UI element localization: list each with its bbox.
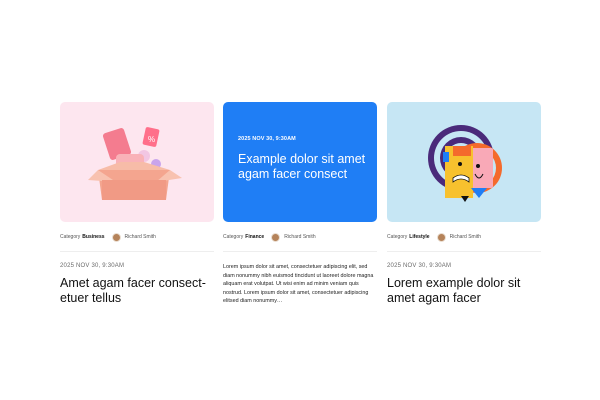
post-card-finance: 2025 NOV 30, 9:30AM Example dolor sit am…	[223, 102, 377, 306]
category-label: Category	[387, 234, 408, 240]
post-meta: Category Lifestyle Richard Smith	[387, 231, 541, 243]
avatar	[111, 232, 121, 242]
divider	[223, 251, 377, 252]
avatar	[271, 232, 281, 242]
author-name: Richard Smith	[449, 234, 481, 240]
abstract-face-icon	[428, 125, 502, 202]
svg-text:%: %	[148, 135, 155, 144]
post-card-lifestyle: Category Lifestyle Richard Smith 2025 NO…	[387, 102, 541, 305]
category-label: Category	[223, 234, 244, 240]
category-link[interactable]: Finance	[245, 234, 264, 240]
author-name: Richard Smith	[124, 234, 156, 240]
category-link[interactable]: Lifestyle	[409, 234, 429, 240]
post-excerpt: Lorem ipsum dolor sit amet, consectetuer…	[223, 264, 374, 305]
post-card-business: % % Category Business Richard Smith 2025…	[60, 102, 214, 305]
post-title[interactable]: Amet agam facer consect-etuer tellus	[60, 276, 214, 305]
category-label: Category	[60, 234, 81, 240]
post-meta: Category Business Richard Smith	[60, 231, 214, 243]
avatar	[436, 232, 446, 242]
post-thumbnail[interactable]: 2025 NOV 30, 9:30AM Example dolor sit am…	[223, 102, 377, 222]
author[interactable]: Richard Smith	[436, 232, 481, 242]
post-thumbnail[interactable]	[387, 102, 541, 222]
featured-date: 2025 NOV 30, 9:30AM	[238, 136, 296, 142]
gift-box-icon: % %	[88, 127, 182, 200]
featured-title: Example dolor sit amet agam facer consec…	[238, 152, 366, 181]
post-date: 2025 NOV 30, 9:30AM	[60, 263, 125, 269]
post-meta: Category Finance Richard Smith	[223, 231, 377, 243]
author-name: Richard Smith	[284, 234, 316, 240]
divider	[60, 251, 214, 252]
post-title[interactable]: Lorem example dolor sit amet agam facer	[387, 276, 541, 305]
author[interactable]: Richard Smith	[111, 232, 156, 242]
divider	[387, 251, 541, 252]
post-date: 2025 NOV 30, 9:30AM	[387, 263, 452, 269]
post-thumbnail[interactable]: % %	[60, 102, 214, 222]
author[interactable]: Richard Smith	[271, 232, 316, 242]
category-link[interactable]: Business	[82, 234, 104, 240]
